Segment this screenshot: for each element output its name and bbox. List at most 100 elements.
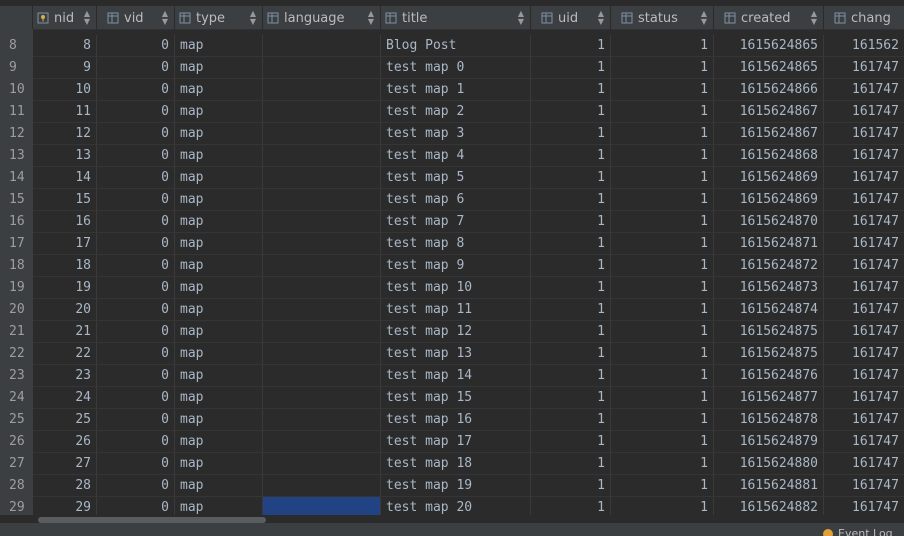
cell-changed[interactable]: 161747 <box>824 189 904 211</box>
cell-status[interactable]: 1 <box>611 145 714 167</box>
cell-status[interactable]: 1 <box>611 211 714 233</box>
cell-status[interactable]: 1 <box>611 35 714 57</box>
cell-vid[interactable]: 0 <box>97 277 175 299</box>
row-number[interactable]: 24 <box>0 387 33 409</box>
cell-uid[interactable]: 1 <box>531 343 611 365</box>
cell-created[interactable]: 1615624873 <box>714 277 824 299</box>
cell-type[interactable]: map <box>175 409 263 431</box>
cell-nid[interactable]: 16 <box>33 211 97 233</box>
cell-language[interactable] <box>263 123 381 145</box>
cell-created[interactable]: 1615624870 <box>714 211 824 233</box>
cell-title[interactable]: test map 1 <box>381 79 531 101</box>
row-number[interactable]: 15 <box>0 189 33 211</box>
cell-title[interactable]: test map 10 <box>381 277 531 299</box>
cell-nid[interactable]: 9 <box>33 57 97 79</box>
cell-title[interactable]: test map 9 <box>381 255 531 277</box>
table-row[interactable]: 28 28 0 map test map 19 1 1 1615624881 161747 <box>0 475 904 497</box>
column-header-uid[interactable]: uid ▲ ▼ <box>531 6 611 30</box>
table-row[interactable]: 11 11 0 map test map 2 1 1 1615624867 161747 <box>0 101 904 123</box>
cell-title[interactable]: test map 11 <box>381 299 531 321</box>
cell-nid[interactable]: 27 <box>33 453 97 475</box>
cell-created[interactable]: 1615624865 <box>714 35 824 57</box>
cell-changed[interactable]: 161747 <box>824 79 904 101</box>
cell-nid[interactable]: 19 <box>33 277 97 299</box>
table-row[interactable]: 16 16 0 map test map 7 1 1 1615624870 161747 <box>0 211 904 233</box>
cell-status[interactable]: 1 <box>611 365 714 387</box>
cell-nid[interactable]: 8 <box>33 35 97 57</box>
cell-created[interactable]: 1615624866 <box>714 79 824 101</box>
cell-status[interactable]: 1 <box>611 79 714 101</box>
cell-type[interactable]: map <box>175 387 263 409</box>
cell-changed[interactable]: 161562 <box>824 35 904 57</box>
row-number[interactable]: 12 <box>0 123 33 145</box>
cell-changed[interactable]: 161747 <box>824 145 904 167</box>
cell-type[interactable]: map <box>175 321 263 343</box>
cell-changed[interactable]: 161747 <box>824 255 904 277</box>
column-header-status[interactable]: status ▲ ▼ <box>611 6 714 30</box>
row-number[interactable]: 13 <box>0 145 33 167</box>
table-row[interactable]: 10 10 0 map test map 1 1 1 1615624866 161747 <box>0 79 904 101</box>
cell-nid[interactable]: 17 <box>33 233 97 255</box>
cell-uid[interactable]: 1 <box>531 387 611 409</box>
cell-uid[interactable]: 1 <box>531 475 611 497</box>
row-number[interactable]: 28 <box>0 475 33 497</box>
cell-language[interactable] <box>263 277 381 299</box>
column-header-nid[interactable]: nid ▲ ▼ <box>33 6 97 30</box>
cell-uid[interactable]: 1 <box>531 365 611 387</box>
cell-created[interactable]: 1615624868 <box>714 145 824 167</box>
cell-title[interactable]: test map 15 <box>381 387 531 409</box>
table-row[interactable]: 22 22 0 map test map 13 1 1 1615624875 161747 <box>0 343 904 365</box>
table-row[interactable]: 9 9 0 map test map 0 1 1 1615624865 161747 <box>0 57 904 79</box>
cell-title[interactable]: test map 7 <box>381 211 531 233</box>
cell-changed[interactable]: 161747 <box>824 123 904 145</box>
cell-created[interactable]: 1615624879 <box>714 431 824 453</box>
table-row[interactable]: 27 27 0 map test map 18 1 1 1615624880 161747 <box>0 453 904 475</box>
cell-title[interactable]: test map 16 <box>381 409 531 431</box>
cell-vid[interactable]: 0 <box>97 233 175 255</box>
cell-language[interactable] <box>263 431 381 453</box>
row-number[interactable]: 16 <box>0 211 33 233</box>
cell-uid[interactable]: 1 <box>531 277 611 299</box>
cell-changed[interactable]: 161747 <box>824 57 904 79</box>
cell-type[interactable]: map <box>175 299 263 321</box>
cell-created[interactable]: 1615624869 <box>714 167 824 189</box>
cell-title[interactable]: test map 4 <box>381 145 531 167</box>
row-number[interactable]: 9 <box>0 57 33 79</box>
cell-vid[interactable]: 0 <box>97 409 175 431</box>
cell-uid[interactable]: 1 <box>531 123 611 145</box>
cell-changed[interactable]: 161747 <box>824 431 904 453</box>
column-header-changed[interactable]: chang <box>824 6 904 30</box>
cell-created[interactable]: 1615624876 <box>714 365 824 387</box>
cell-language[interactable] <box>263 35 381 57</box>
cell-language[interactable] <box>263 299 381 321</box>
cell-nid[interactable]: 12 <box>33 123 97 145</box>
cell-language[interactable] <box>263 409 381 431</box>
cell-nid[interactable]: 23 <box>33 365 97 387</box>
cell-status[interactable]: 1 <box>611 277 714 299</box>
column-header-created[interactable]: created ▲ ▼ <box>714 6 824 30</box>
cell-title[interactable]: test map 2 <box>381 101 531 123</box>
cell-vid[interactable]: 0 <box>97 211 175 233</box>
cell-type[interactable]: map <box>175 123 263 145</box>
cell-status[interactable]: 1 <box>611 431 714 453</box>
cell-type[interactable]: map <box>175 79 263 101</box>
header-corner[interactable] <box>0 6 33 30</box>
cell-status[interactable]: 1 <box>611 189 714 211</box>
cell-status[interactable]: 1 <box>611 233 714 255</box>
cell-title[interactable]: Blog Post <box>381 35 531 57</box>
cell-language[interactable] <box>263 57 381 79</box>
event-log-button[interactable]: Event Log <box>823 527 893 536</box>
cell-uid[interactable]: 1 <box>531 233 611 255</box>
sort-arrows-icon[interactable]: ▲ ▼ <box>162 10 168 26</box>
sort-arrows-icon[interactable]: ▲ ▼ <box>368 10 374 26</box>
cell-created[interactable]: 1615624875 <box>714 343 824 365</box>
cell-vid[interactable]: 0 <box>97 475 175 497</box>
cell-vid[interactable]: 0 <box>97 101 175 123</box>
cell-vid[interactable]: 0 <box>97 35 175 57</box>
cell-vid[interactable]: 0 <box>97 57 175 79</box>
cell-changed[interactable]: 161747 <box>824 387 904 409</box>
cell-status[interactable]: 1 <box>611 475 714 497</box>
cell-vid[interactable]: 0 <box>97 387 175 409</box>
cell-status[interactable]: 1 <box>611 409 714 431</box>
cell-changed[interactable]: 161747 <box>824 167 904 189</box>
